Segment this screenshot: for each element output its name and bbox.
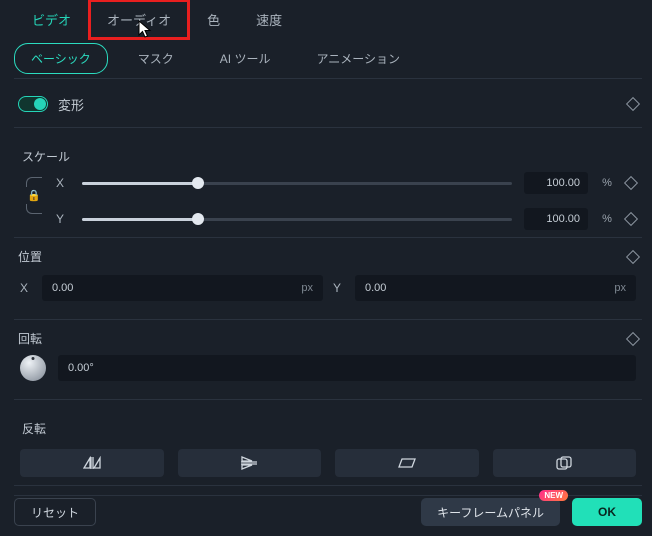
inspector-panel: ビデオ オーディオ 色 速度 ベーシック マスク AI ツール アニメーション …: [0, 0, 652, 536]
position-label: 位置: [18, 248, 42, 265]
scale-y-label: Y: [56, 212, 70, 226]
sub-tabs: ベーシック マスク AI ツール アニメーション: [14, 38, 642, 78]
scale-x-row: X 100.00 %: [56, 173, 636, 193]
position-x-value: 0.00: [52, 282, 73, 294]
subtab-basic[interactable]: ベーシック: [14, 43, 108, 74]
section-scale: スケール 🔒 X 100.00 % Y: [14, 127, 642, 237]
scale-x-slider[interactable]: [82, 182, 512, 185]
position-x-label: X: [20, 281, 32, 295]
scale-y-value[interactable]: 100.00: [524, 208, 588, 230]
position-y-unit: px: [614, 282, 626, 294]
section-transform-head: 変形: [18, 89, 638, 119]
section-flip: 反転: [14, 399, 642, 495]
section-transform: 変形: [14, 78, 642, 127]
tab-video[interactable]: ビデオ: [14, 0, 89, 39]
rotation-input[interactable]: 0.00°: [58, 355, 636, 381]
section-position: 位置 X 0.00 px Y 0.00 px: [14, 237, 642, 319]
position-y-value: 0.00: [365, 282, 386, 294]
copy-icon: [556, 456, 572, 470]
tab-audio[interactable]: オーディオ: [89, 0, 189, 39]
flip-label: 反転: [22, 420, 638, 437]
footer: リセット キーフレームパネル NEW OK: [14, 485, 642, 526]
tab-speed[interactable]: 速度: [238, 0, 300, 39]
ok-button[interactable]: OK: [572, 498, 642, 526]
new-badge: NEW: [539, 490, 568, 501]
keyframe-diamond-transform[interactable]: [626, 97, 640, 111]
subtab-ai[interactable]: AI ツール: [204, 44, 287, 73]
rotation-dial[interactable]: [20, 355, 46, 381]
position-x-unit: px: [301, 282, 313, 294]
keyframe-diamond-scale-y[interactable]: [624, 212, 638, 226]
keyframe-diamond-position[interactable]: [626, 249, 640, 263]
keyframe-diamond-rotation[interactable]: [626, 331, 640, 345]
parallelogram-icon: [398, 457, 416, 469]
rotation-label: 回転: [18, 330, 42, 347]
subtab-animation[interactable]: アニメーション: [300, 44, 416, 73]
flip-horizontal-icon: [83, 456, 101, 470]
reset-button[interactable]: リセット: [14, 498, 96, 526]
scale-y-row: Y 100.00 %: [56, 209, 636, 229]
position-x-input[interactable]: 0.00 px: [42, 275, 323, 301]
flip-horizontal-button[interactable]: [20, 449, 164, 477]
transform-toggle[interactable]: [18, 96, 48, 112]
position-y-input[interactable]: 0.00 px: [355, 275, 636, 301]
flip-vertical-icon: [240, 456, 258, 470]
keyframe-panel-button[interactable]: キーフレームパネル NEW: [421, 498, 560, 526]
main-tabs: ビデオ オーディオ 色 速度: [14, 0, 642, 38]
keyframe-panel-label: キーフレームパネル: [437, 504, 544, 521]
keyframe-diamond-scale-x[interactable]: [624, 176, 638, 190]
flip-copy-button[interactable]: [493, 449, 637, 477]
subtab-mask[interactable]: マスク: [122, 44, 190, 73]
rotation-value: 0.00°: [68, 362, 94, 374]
tab-color[interactable]: 色: [189, 0, 238, 39]
scale-x-value[interactable]: 100.00: [524, 172, 588, 194]
scale-label: スケール: [22, 148, 638, 165]
flip-vertical-button[interactable]: [178, 449, 322, 477]
section-rotation: 回転 0.00°: [14, 319, 642, 399]
lock-icon[interactable]: 🔒: [27, 189, 41, 202]
position-y-label: Y: [333, 281, 345, 295]
scale-x-unit: %: [600, 177, 614, 189]
scale-y-unit: %: [600, 213, 614, 225]
scale-y-slider[interactable]: [82, 218, 512, 221]
scale-lock-column: 🔒: [20, 173, 48, 214]
transform-title: 変形: [58, 95, 84, 114]
flip-skew-button[interactable]: [335, 449, 479, 477]
scale-x-label: X: [56, 176, 70, 190]
